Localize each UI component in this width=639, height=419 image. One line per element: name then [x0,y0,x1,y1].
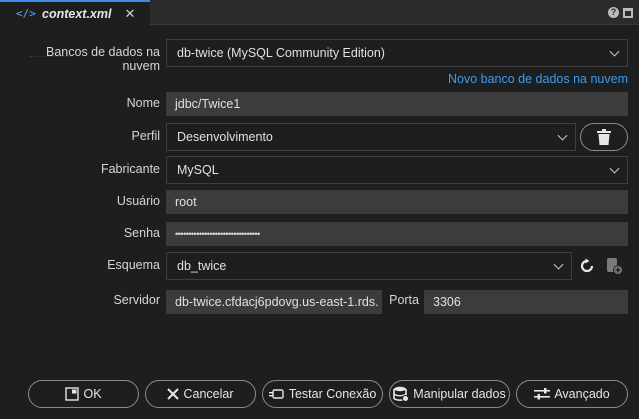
password-input[interactable]: •••••••••••••••••••••••••••••••• [166,222,628,246]
help-icon[interactable]: ? [608,7,619,18]
schema-value: db_twice [177,259,227,273]
cloud-db-select[interactable]: db-twice (MySQL Community Edition) [166,39,628,67]
code-icon: </> [16,7,36,20]
profile-value: Desenvolvimento [177,130,273,144]
trash-icon [597,129,611,145]
tab-title: context.xml [42,6,112,21]
server-label: Servidor [113,293,160,307]
chevron-down-icon [609,46,620,57]
vendor-value: MySQL [177,163,219,177]
name-label: Nome [126,96,160,110]
sliders-icon [534,388,551,400]
vendor-select[interactable]: MySQL [166,156,628,184]
maximize-icon[interactable] [623,8,633,18]
name-input[interactable]: jdbc/Twice1 [166,92,628,116]
profile-select[interactable]: Desenvolvimento [166,123,576,151]
database-edit-icon [393,386,410,402]
manipulate-data-button[interactable]: Manipular dados [389,380,510,408]
chevron-down-icon [557,130,568,141]
delete-profile-button[interactable] [580,123,628,151]
test-connection-label: Testar Conexão [288,387,377,401]
advanced-button[interactable]: Avançado [516,380,628,408]
new-cloud-db-link[interactable]: Novo banco de dados na nuvem [448,72,628,86]
add-schema-button[interactable] [604,256,624,276]
refresh-icon [580,258,594,273]
vendor-label: Fabricante [100,162,160,176]
password-label: Senha [123,226,160,240]
database-add-icon [607,258,623,275]
advanced-label: Avançado [554,387,610,401]
profile-label: Perfil [131,129,160,143]
schema-label: Esquema [107,258,160,272]
chevron-down-icon [553,259,564,270]
ok-button[interactable]: OK [28,380,139,408]
user-label: Usuário [116,194,160,208]
port-input[interactable]: 3306 [424,290,628,314]
close-icon [167,388,180,400]
schema-select[interactable]: db_twice [166,252,572,280]
manipulate-data-label: Manipular dados [413,387,506,401]
refresh-schema-button[interactable] [577,256,597,276]
cloud-db-value: db-twice (MySQL Community Edition) [177,46,385,60]
user-input[interactable]: root [166,190,628,214]
chevron-down-icon [609,163,620,174]
cancel-button[interactable]: Cancelar [145,380,256,408]
datasource-panel: Bancos de dados na nuvem db-twice (MySQL… [0,26,639,419]
tab-context-xml[interactable]: </> context.xml ✕ [0,0,150,25]
close-icon[interactable]: ✕ [124,6,135,22]
window-controls: ? [608,7,633,18]
cancel-label: Cancelar [183,387,234,401]
server-input[interactable]: db-twice.cfdacj6pdovg.us-east-1.rds. [166,290,382,314]
cloud-db-label: Bancos de dados na nuvem [46,45,160,73]
ok-icon [65,387,80,401]
test-connection-button[interactable]: Testar Conexão [262,380,383,408]
plug-icon [268,389,284,399]
port-label: Porta [389,293,419,307]
editor-tab-bar: </> context.xml ✕ ? [0,0,639,25]
ok-label: OK [83,387,102,401]
